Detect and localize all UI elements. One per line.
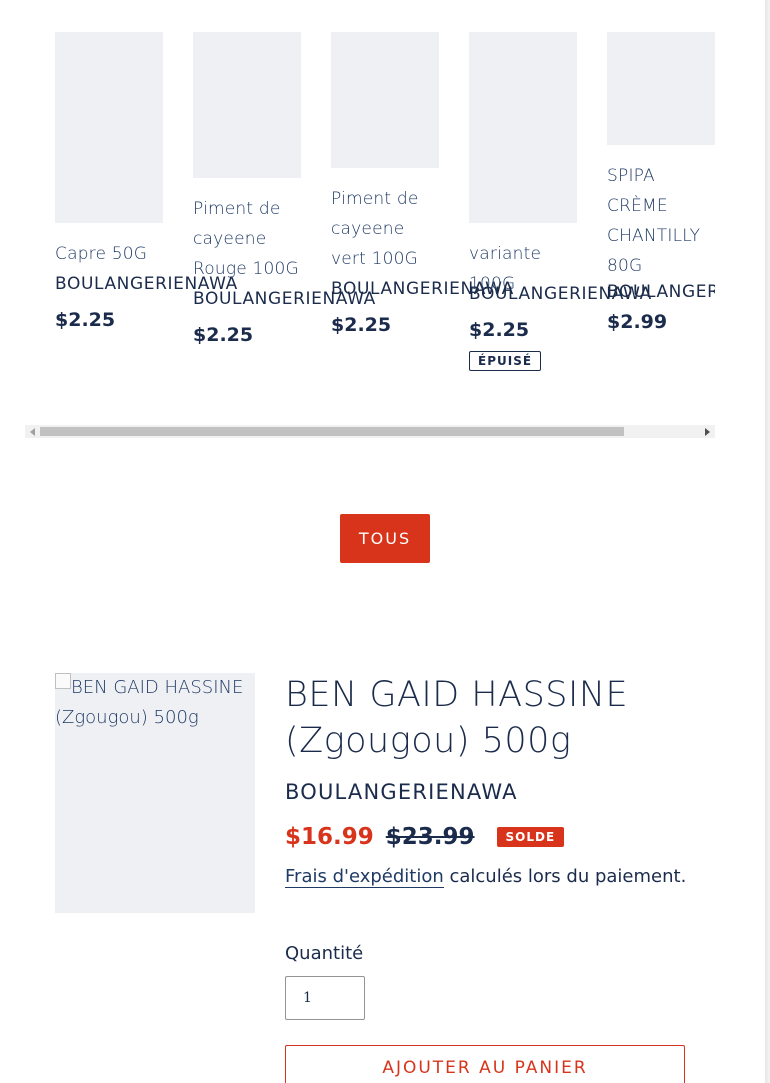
sold-out-badge: ÉPUISÉ	[469, 351, 542, 371]
view-all-button[interactable]: TOUS	[340, 514, 430, 563]
product-vendor: BOULANGERIENAWA	[331, 279, 514, 299]
quantity-input[interactable]	[285, 976, 365, 1020]
product-card[interactable]: Piment de cayeene Rouge 100G BOULANGERIE…	[193, 32, 376, 346]
product-vendor: BOULANGERIENAWA	[285, 780, 518, 804]
add-to-cart-button[interactable]: AJOUTER AU PANIER	[285, 1045, 685, 1083]
quantity-label: Quantité	[285, 943, 364, 964]
product-thumbnail[interactable]	[469, 32, 577, 223]
product-thumbnail[interactable]	[55, 32, 163, 223]
product-price: $2.25	[469, 319, 530, 341]
product-title[interactable]: Piment de cayeene Rouge 100G	[193, 194, 303, 284]
shipping-text: calculés lors du paiement.	[443, 866, 687, 887]
page-title: BEN GAID HASSINE (Zgougou) 500g	[285, 675, 629, 761]
product-price: $2.25	[193, 324, 254, 346]
scroll-left-arrow-icon[interactable]	[30, 428, 35, 436]
product-card[interactable]: SPIPA CRÈME CHANTILLY 80G BOULANGERIENAW…	[607, 32, 715, 333]
scroll-right-arrow-icon[interactable]	[705, 428, 710, 436]
product-price: $2.99	[607, 311, 668, 333]
product-image-alt-text: BEN GAID HASSINE (Zgougou) 500g	[55, 677, 244, 728]
product-vendor: BOULANGERIENAWA	[607, 282, 715, 302]
product-card[interactable]: variante 100G BOULANGERIENAWA $2.25 ÉPUI…	[469, 32, 652, 371]
broken-image-icon	[55, 673, 71, 689]
product-thumbnail[interactable]	[331, 32, 439, 168]
product-vendor: BOULANGERIENAWA	[55, 274, 238, 294]
product-thumbnail[interactable]	[607, 32, 715, 145]
shipping-info: Frais d'expédition calculés lors du paie…	[285, 866, 687, 888]
product-card[interactable]: Capre 50G BOULANGERIENAWA $2.25	[55, 32, 238, 331]
product-price: $2.25	[331, 314, 392, 336]
sale-price: $16.99	[285, 824, 374, 850]
shipping-policy-link[interactable]: Frais d'expédition	[285, 866, 444, 888]
product-vendor: BOULANGERIENAWA	[469, 284, 652, 304]
product-vendor: BOULANGERIENAWA	[193, 289, 376, 309]
scrollbar-thumb[interactable]	[40, 427, 624, 436]
price-row: $16.99 $23.99 SOLDE	[285, 824, 565, 850]
product-title[interactable]: Capre 50G	[55, 239, 165, 269]
product-title[interactable]: SPIPA CRÈME CHANTILLY 80G	[607, 161, 715, 281]
product-image[interactable]: BEN GAID HASSINE (Zgougou) 500g	[55, 673, 255, 913]
page-edge-shadow	[765, 0, 770, 1083]
horizontal-scrollbar[interactable]	[25, 425, 715, 438]
product-thumbnail[interactable]	[193, 32, 301, 178]
sale-badge: SOLDE	[496, 827, 565, 847]
product-price: $2.25	[55, 309, 116, 331]
regular-price: $23.99	[385, 824, 475, 850]
product-title[interactable]: Piment de cayeene vert 100G	[331, 184, 441, 274]
product-card[interactable]: Piment de cayeene vert 100G BOULANGERIEN…	[331, 32, 514, 336]
